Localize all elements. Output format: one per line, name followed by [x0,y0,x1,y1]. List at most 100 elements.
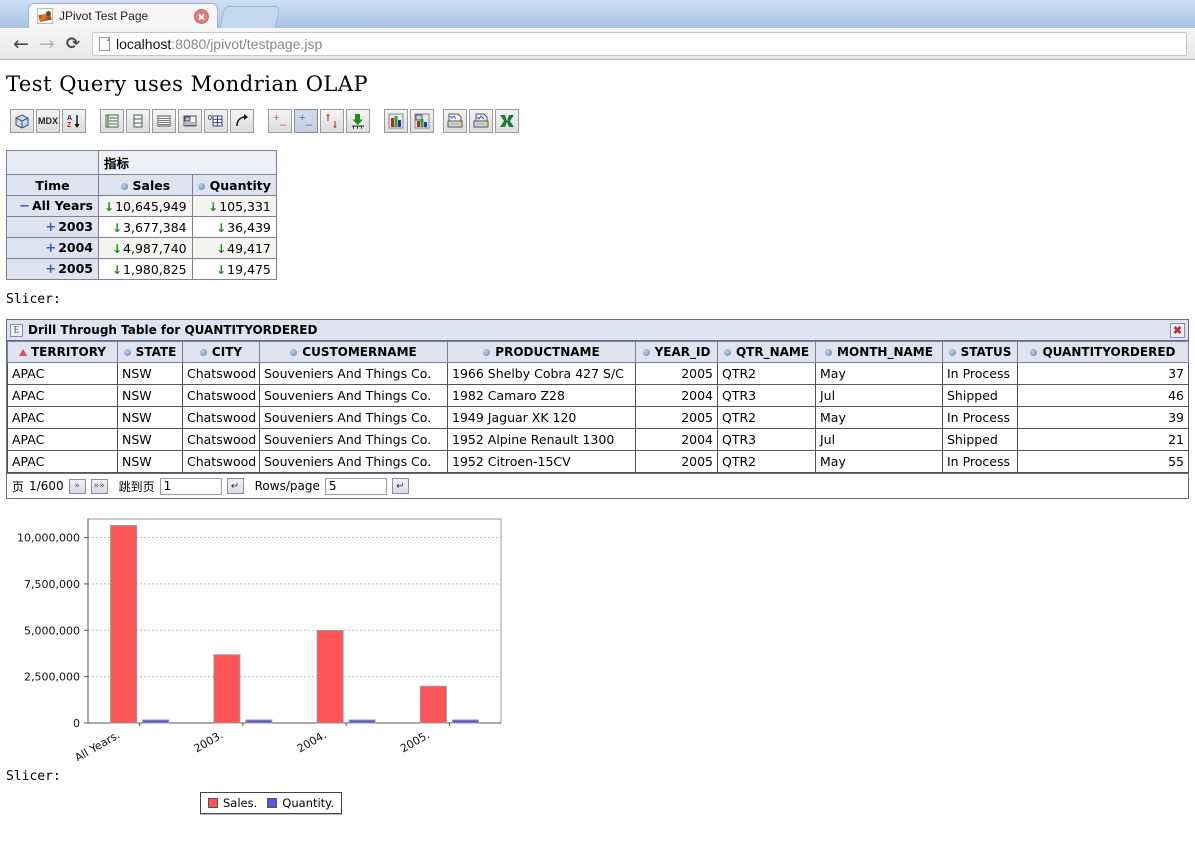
svg-text:+: + [273,113,279,124]
close-icon[interactable] [194,8,209,24]
cube-navigator-button[interactable] [10,109,34,133]
close-x-icon[interactable]: ✖ [1170,322,1185,338]
column-header-productname[interactable]: PRODUCTNAME [447,341,636,363]
drill-member-button[interactable]: + – [268,109,292,133]
pivot-cell[interactable]: ↓49,417 [191,237,277,259]
pivot-cell[interactable]: ↓36,439 [191,216,277,238]
column-header-month-name[interactable]: MONTH_NAME [815,341,943,363]
pivot-measures-header[interactable]: 指标 [98,150,277,175]
back-arrow-icon[interactable]: ← [8,31,34,57]
cell-year-id: 2004 [635,384,718,407]
pivot-column-header-sales[interactable]: Sales [98,174,193,196]
svg-text:0: 0 [208,115,212,122]
pivot-cell[interactable]: ↓10,645,949 [98,195,193,217]
drill-down-arrow-icon: ↓ [104,199,115,214]
pivot-table-container: 指标 Time Sales Quantity − All Years ↓10,64… [6,150,1195,280]
cell-year-id: 2005 [635,362,718,385]
cell-quantityordered: 37 [1017,362,1189,385]
column-header-year-id[interactable]: YEAR_ID [635,341,718,363]
rows-per-page-label: Rows/page [254,479,320,493]
cell-quantityordered: 55 [1017,450,1189,473]
chart-legend-wrap: Sales. Quantity. [0,784,1195,814]
sort-configuration-button[interactable]: AZ [62,109,86,133]
goto-submit-enter-key-icon[interactable]: ↵ [226,478,244,494]
pivot-header-row-measures: 指标 [6,150,277,175]
expand-icon[interactable]: + [45,241,56,256]
goto-page-input[interactable] [159,477,222,495]
pivot-row-header-all-years[interactable]: − All Years [6,195,99,217]
svg-text:5,000,000: 5,000,000 [24,624,80,637]
pivot-cell[interactable]: ↓105,331 [191,195,277,217]
export-excel-button[interactable] [495,109,519,133]
table-row: APAC NSW Chatswood Souveniers And Things… [7,406,1189,429]
cell-qtr-name: QTR2 [717,450,816,473]
pivot-row-axis-header[interactable]: Time [6,174,99,196]
drill-through-button[interactable] [346,109,370,133]
column-header-state[interactable]: STATE [117,341,183,363]
level-style-button[interactable] [100,109,124,133]
expand-icon[interactable]: + [45,262,56,277]
pivot-cell[interactable]: ↓1,980,825 [98,258,193,280]
mdx-query-button[interactable]: MDX [36,109,60,133]
cell-state: NSW [117,362,183,385]
expand-panel-icon[interactable]: E [10,323,23,337]
bar-chart[interactable]: 0 2,500,000 5,000,000 7,500,000 10,000,000 Al… [0,511,520,764]
pivot-cell[interactable]: ↓3,677,384 [98,216,193,238]
print-config-button[interactable] [443,109,467,133]
pivot-cell[interactable]: ↓4,987,740 [98,237,193,259]
legend-item-sales[interactable]: Sales. [208,796,257,810]
new-tab-icon[interactable] [219,6,281,28]
chart-show-button[interactable] [384,109,408,133]
svg-text:All Years.: All Years. [73,728,123,761]
drill-through-table: TERRITORY STATE CITY CUSTOMERNAME PRODUC… [7,341,1189,473]
column-dot-icon [123,349,131,356]
drill-replace-button[interactable] [320,109,344,133]
pivot-column-label: Quantity [209,177,271,193]
column-header-qtr-name[interactable]: QTR_NAME [717,341,816,363]
pivot-cell[interactable]: ↓19,475 [191,258,277,280]
page-document-icon [99,36,110,51]
cell-status: Shipped [942,428,1018,451]
legend-item-quantity[interactable]: Quantity. [267,796,334,810]
cell-city: Chatswood [182,384,260,407]
pivot-row-header-2004[interactable]: +2004 [6,237,99,259]
pivot-row-label: 2004 [58,240,93,255]
column-dot-icon [199,349,207,356]
column-header-quantityordered[interactable]: QUANTITYORDERED [1017,341,1189,363]
forward-arrow-icon[interactable]: → [34,31,60,57]
svg-text:10,000,000: 10,000,000 [17,532,80,545]
column-header-customername[interactable]: CUSTOMERNAME [259,341,448,363]
column-header-territory[interactable]: TERRITORY [7,341,118,363]
column-header-city[interactable]: CITY [182,341,260,363]
properties-button[interactable] [152,109,176,133]
address-bar[interactable]: localhost:8080/jpivot/testpage.jsp [92,31,1187,56]
suppress-empty-button[interactable] [178,109,202,133]
pivot-cell-value: 10,645,949 [115,198,187,214]
cell-territory: APAC [7,450,118,473]
collapse-icon[interactable]: − [19,199,30,214]
rows-per-page-input[interactable] [324,477,387,495]
column-header-status[interactable]: STATUS [942,341,1018,363]
reload-icon[interactable]: ⟳ [60,31,86,57]
drill-position-button[interactable]: + – [294,109,318,133]
hide-spans-button[interactable] [126,109,150,133]
column-dot-icon [197,182,205,190]
chart-config-button[interactable] [410,109,434,133]
pivot-column-header-quantity[interactable]: Quantity [191,174,277,196]
last-page-icon[interactable]: »» [90,478,108,494]
cell-quantityordered: 21 [1017,428,1189,451]
pivot-row-header-2005[interactable]: +2005 [6,258,99,280]
browser-tab-active[interactable]: JPivot Test Page [28,3,218,28]
show-parents-button[interactable]: 0 [204,109,228,133]
pivot-cell-value: 36,439 [227,219,271,235]
column-dot-icon [723,349,731,356]
next-page-icon[interactable]: » [68,478,86,494]
print-pdf-button[interactable] [469,109,493,133]
cell-qtr-name: QTR3 [717,428,816,451]
pivot-row: +2005 ↓1,980,825 ↓19,475 [6,258,277,280]
expand-icon[interactable]: + [45,220,56,235]
rows-submit-enter-key-icon[interactable]: ↵ [391,478,409,494]
swap-axes-button[interactable] [230,109,254,133]
pivot-row-header-2003[interactable]: +2003 [6,216,99,238]
cell-month-name: May [815,450,943,473]
